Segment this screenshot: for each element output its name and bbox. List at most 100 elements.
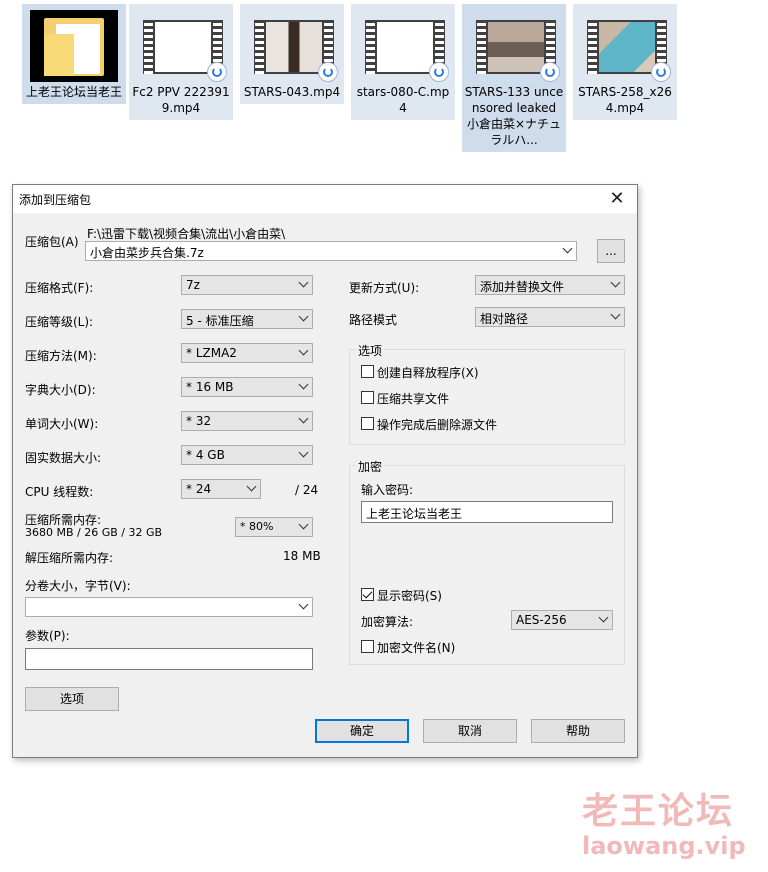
format-label: 压缩格式(F): bbox=[25, 281, 94, 295]
chevron-down-icon bbox=[562, 243, 573, 254]
password-value: 上老王论坛当老王 bbox=[366, 507, 463, 521]
algorithm-select[interactable]: AES-256 bbox=[511, 610, 613, 630]
show-password-checkbox[interactable] bbox=[361, 588, 374, 601]
file-name: 上老王论坛当老王 bbox=[25, 85, 122, 99]
delete-source-checkbox[interactable] bbox=[361, 417, 374, 430]
decompress-memory-label: 解压缩所需内存: bbox=[25, 551, 114, 565]
file-item-video[interactable]: Fc2 PPV 2223919.mp4 bbox=[129, 4, 233, 120]
cpu-select[interactable]: * 24 bbox=[181, 479, 261, 499]
chevron-down-icon bbox=[610, 309, 621, 320]
show-password-label[interactable]: 显示密码(S) bbox=[377, 587, 442, 604]
encrypt-names-label[interactable]: 加密文件名(N) bbox=[377, 639, 455, 656]
cancel-button[interactable]: 取消 bbox=[423, 719, 517, 743]
file-item-video[interactable]: STARS-043.mp4 bbox=[240, 4, 344, 104]
watermark-title: 老王论坛 bbox=[582, 791, 735, 832]
folder-icon bbox=[30, 10, 118, 82]
password-input[interactable]: 上老王论坛当老王 bbox=[361, 501, 613, 523]
archive-label: 压缩包(A) bbox=[25, 235, 79, 249]
browse-button[interactable]: ... bbox=[597, 239, 625, 263]
chevron-down-icon bbox=[610, 277, 621, 288]
memory-value: * 80% bbox=[240, 520, 274, 533]
update-select[interactable]: 添加并替换文件 bbox=[475, 275, 625, 295]
solid-value: * 4 GB bbox=[186, 448, 225, 462]
algorithm-label: 加密算法: bbox=[361, 615, 414, 629]
format-value: 7z bbox=[186, 278, 200, 292]
decompress-memory-value: 18 MB bbox=[283, 549, 321, 563]
solid-select[interactable]: * 4 GB bbox=[181, 445, 313, 465]
word-label: 单词大小(W): bbox=[25, 417, 99, 431]
word-select[interactable]: * 32 bbox=[181, 411, 313, 431]
file-item-video[interactable]: STARS-258_x264.mp4 bbox=[573, 4, 677, 120]
file-item-video[interactable]: STARS-133 uncensored leaked 小倉由菜×ナチュラルハ.… bbox=[462, 4, 566, 152]
chevron-down-icon bbox=[298, 379, 309, 390]
archive-path: F:\迅雷下载\视频合集\流出\小倉由菜\ bbox=[87, 227, 286, 241]
file-name: STARS-043.mp4 bbox=[243, 85, 341, 99]
sfx-label[interactable]: 创建自释放程序(X) bbox=[377, 364, 479, 381]
dict-label: 字典大小(D): bbox=[25, 383, 96, 397]
volume-label: 分卷大小，字节(V): bbox=[25, 579, 131, 593]
sync-icon bbox=[207, 62, 227, 82]
video-thumbnail bbox=[581, 10, 671, 82]
options-group-title: 选项 bbox=[356, 342, 385, 359]
path-mode-select[interactable]: 相对路径 bbox=[475, 307, 625, 327]
path-mode-value: 相对路径 bbox=[480, 312, 529, 326]
shared-label[interactable]: 压缩共享文件 bbox=[377, 390, 449, 407]
chevron-down-icon bbox=[298, 277, 309, 288]
level-value: 5 - 标准压缩 bbox=[186, 314, 254, 328]
dialog-title: 添加到压缩包 bbox=[19, 193, 92, 207]
dict-select[interactable]: * 16 MB bbox=[181, 377, 313, 397]
chevron-down-icon bbox=[246, 481, 257, 492]
update-value: 添加并替换文件 bbox=[480, 280, 565, 294]
method-label: 压缩方法(M): bbox=[25, 349, 97, 363]
video-file-icon bbox=[137, 10, 227, 82]
level-select[interactable]: 5 - 标准压缩 bbox=[181, 309, 313, 329]
password-label: 输入密码: bbox=[361, 483, 414, 497]
chevron-down-icon bbox=[298, 345, 309, 356]
memory-detail: 3680 MB / 26 GB / 32 GB bbox=[25, 526, 163, 539]
format-select[interactable]: 7z bbox=[181, 275, 313, 295]
chevron-down-icon bbox=[298, 311, 309, 322]
chevron-down-icon bbox=[598, 612, 609, 623]
sfx-checkbox[interactable] bbox=[361, 365, 374, 378]
file-name: STARS-258_x264.mp4 bbox=[578, 85, 672, 115]
dict-value: * 16 MB bbox=[186, 380, 234, 394]
file-item-video[interactable]: stars-080-C.mp4 bbox=[351, 4, 455, 120]
memory-select[interactable]: * 80% bbox=[235, 517, 313, 537]
watermark-url: laowang.vip bbox=[582, 832, 746, 860]
chevron-down-icon bbox=[298, 519, 309, 530]
chevron-down-icon bbox=[298, 413, 309, 424]
video-thumbnail bbox=[248, 10, 338, 82]
path-mode-label: 路径模式 bbox=[349, 313, 398, 327]
sync-icon bbox=[318, 62, 338, 82]
params-input[interactable] bbox=[25, 648, 313, 670]
sync-icon bbox=[540, 62, 560, 82]
encryption-group-title: 加密 bbox=[356, 458, 385, 475]
params-label: 参数(P): bbox=[25, 629, 70, 643]
word-value: * 32 bbox=[186, 414, 212, 428]
delete-source-label[interactable]: 操作完成后删除源文件 bbox=[377, 416, 497, 433]
sync-icon bbox=[429, 62, 449, 82]
cpu-max: / 24 bbox=[295, 483, 319, 497]
options-button[interactable]: 选项 bbox=[25, 687, 119, 711]
archive-name-value: 小倉由菜步兵合集.7z bbox=[90, 246, 204, 260]
method-select[interactable]: * LZMA2 bbox=[181, 343, 313, 363]
encrypt-names-checkbox[interactable] bbox=[361, 640, 374, 653]
shared-checkbox[interactable] bbox=[361, 391, 374, 404]
video-file-icon bbox=[359, 10, 449, 82]
archive-name-combo[interactable]: 小倉由菜步兵合集.7z bbox=[85, 241, 577, 261]
algorithm-value: AES-256 bbox=[516, 613, 567, 627]
file-grid: 上老王论坛当老王 Fc2 PPV 2223919.mp4 STARS-043.m… bbox=[0, 0, 768, 180]
file-name: Fc2 PPV 2223919.mp4 bbox=[132, 85, 230, 115]
sync-icon bbox=[651, 62, 671, 82]
help-button[interactable]: 帮助 bbox=[531, 719, 625, 743]
solid-label: 固实数据大小: bbox=[25, 451, 102, 465]
method-value: * LZMA2 bbox=[186, 346, 237, 360]
level-label: 压缩等级(L): bbox=[25, 315, 94, 329]
volume-combo[interactable] bbox=[25, 597, 313, 617]
add-to-archive-dialog: 添加到压缩包 ✕ 压缩包(A) F:\迅雷下载\视频合集\流出\小倉由菜\ 小倉… bbox=[12, 184, 638, 758]
file-item-folder[interactable]: 上老王论坛当老王 bbox=[22, 4, 126, 104]
close-icon[interactable]: ✕ bbox=[605, 188, 629, 209]
ok-button[interactable]: 确定 bbox=[315, 719, 409, 743]
update-label: 更新方式(U): bbox=[349, 281, 420, 295]
file-name: stars-080-C.mp4 bbox=[356, 85, 450, 115]
